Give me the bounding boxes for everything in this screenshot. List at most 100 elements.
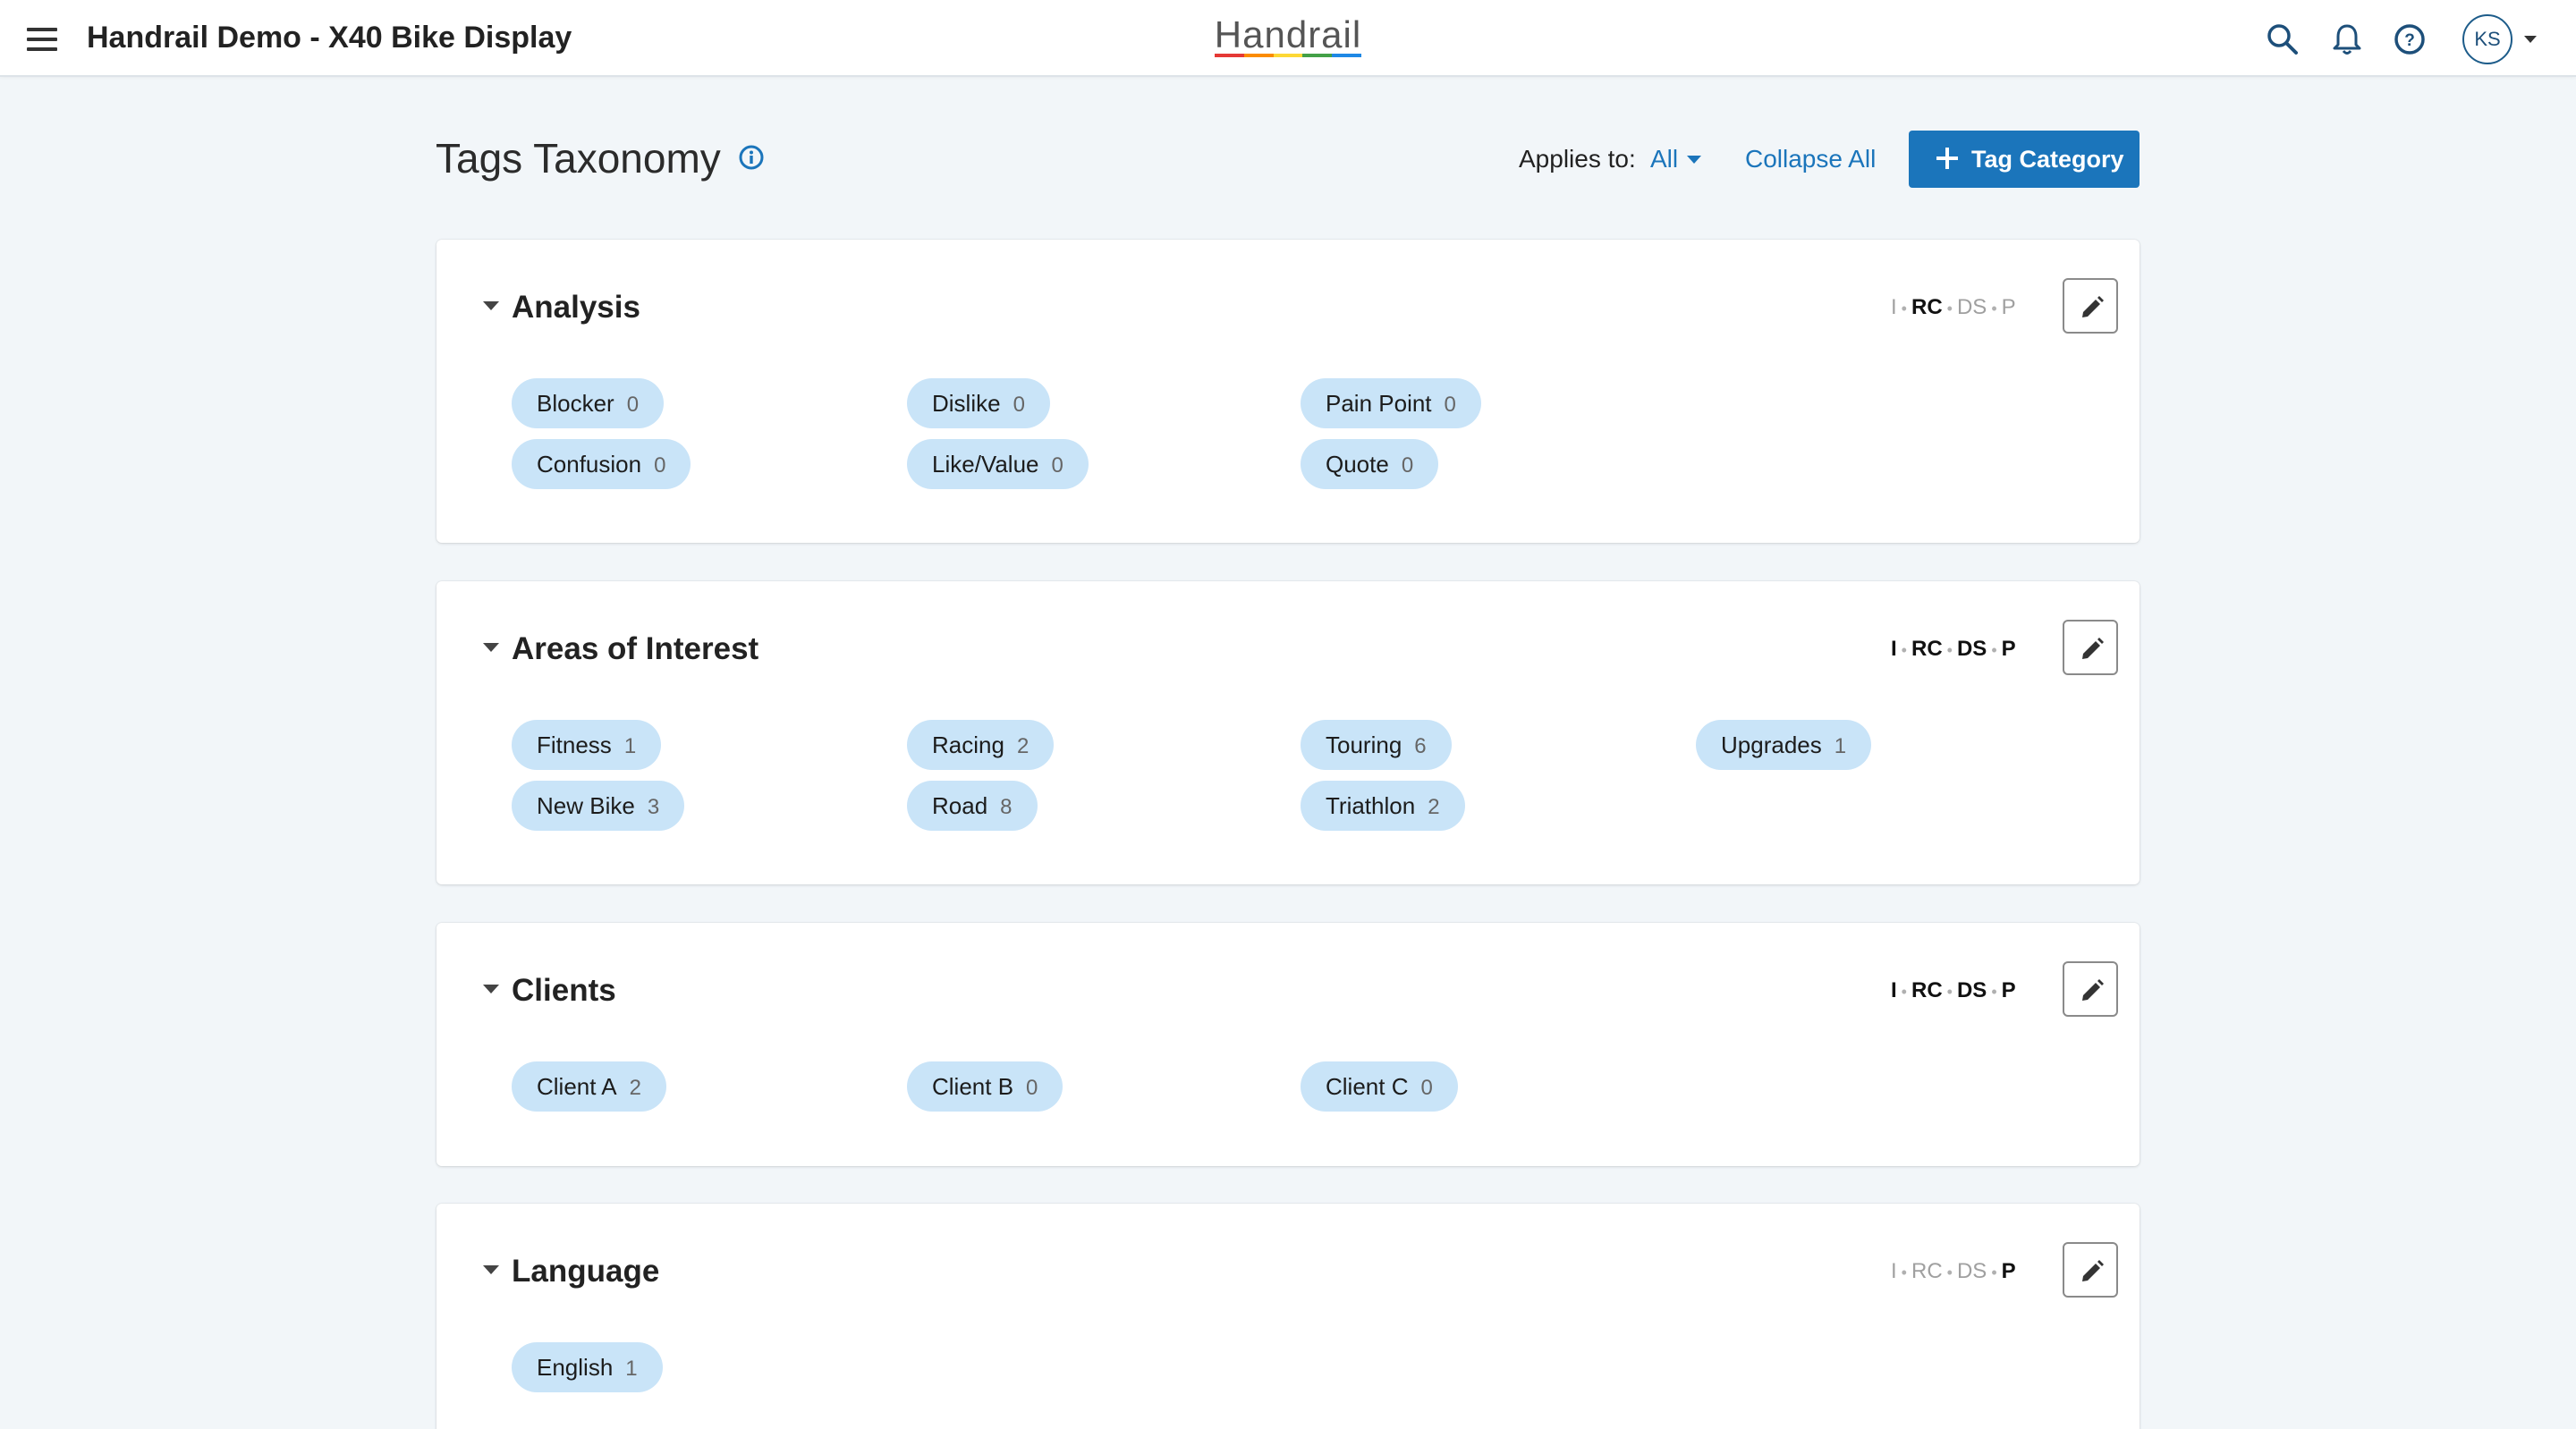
tag-label: Fitness bbox=[537, 731, 612, 758]
bell-icon[interactable] bbox=[2329, 21, 2365, 57]
collapse-caret-icon[interactable] bbox=[483, 643, 499, 652]
edit-category-button[interactable] bbox=[2063, 278, 2118, 334]
tag-count: 0 bbox=[1013, 393, 1025, 417]
tag-label: Road bbox=[932, 792, 988, 819]
tag-count: 0 bbox=[1401, 453, 1414, 478]
pencil-icon bbox=[2082, 296, 2104, 317]
pencil-icon bbox=[2082, 979, 2104, 1001]
scope-p: P bbox=[2001, 637, 2016, 661]
edit-category-button[interactable] bbox=[2063, 620, 2118, 675]
tag-chip[interactable]: Touring 6 bbox=[1301, 720, 1452, 770]
help-icon[interactable]: ? bbox=[2392, 21, 2428, 57]
tag-label: Dislike bbox=[932, 390, 1001, 417]
tag-label: Confusion bbox=[537, 451, 642, 478]
tag-chip[interactable]: Client B 0 bbox=[907, 1061, 1063, 1112]
applies-to-label: Applies to: bbox=[1519, 145, 1636, 173]
scope-ds: DS bbox=[1956, 978, 1987, 1002]
tag-chip[interactable]: Triathlon 2 bbox=[1301, 781, 1465, 831]
tag-chip[interactable]: Client C 0 bbox=[1301, 1061, 1458, 1112]
tag-chip[interactable]: Like/Value 0 bbox=[907, 439, 1089, 489]
tag-chip[interactable]: New Bike 3 bbox=[512, 781, 685, 831]
tag-count: 8 bbox=[1000, 795, 1013, 819]
scope-i: I bbox=[1891, 1259, 1897, 1283]
logo-text: Handrail bbox=[1214, 13, 1362, 55]
scope-rc: RC bbox=[1911, 637, 1943, 661]
tag-label: English bbox=[537, 1354, 614, 1381]
edit-category-button[interactable] bbox=[2063, 1242, 2118, 1298]
logo-stripe bbox=[1215, 54, 1361, 57]
tag-chip[interactable]: Fitness 1 bbox=[512, 720, 662, 770]
tag-count: 2 bbox=[629, 1076, 641, 1100]
scope-i: I bbox=[1891, 978, 1897, 1002]
scope-indicator: I • RC • DS • P bbox=[1891, 637, 2016, 661]
tag-chip[interactable]: Confusion 0 bbox=[512, 439, 691, 489]
scope-i: I bbox=[1891, 637, 1897, 661]
collapse-caret-icon[interactable] bbox=[483, 301, 499, 310]
tag-count: 1 bbox=[625, 1357, 638, 1381]
category-title: Language bbox=[512, 1254, 660, 1289]
svg-text:?: ? bbox=[2404, 31, 2415, 50]
tag-count: 2 bbox=[1428, 795, 1440, 819]
collapse-caret-icon[interactable] bbox=[483, 985, 499, 994]
category-card-areas-of-interest: Areas of Interest I • RC • DS • P Fitness 1 Rac… bbox=[436, 581, 2140, 884]
tag-label: Client C bbox=[1326, 1073, 1409, 1100]
scope-rc: RC bbox=[1911, 1259, 1943, 1283]
chevron-down-icon[interactable] bbox=[2524, 36, 2537, 43]
add-tag-category-button[interactable]: Tag Category bbox=[1909, 131, 2140, 188]
tag-chip[interactable]: Client A 2 bbox=[512, 1061, 666, 1112]
category-title: Analysis bbox=[512, 290, 640, 325]
scope-p: P bbox=[2001, 295, 2016, 319]
category-card-analysis: Analysis I • RC • DS • P Blocker 0 Dislike 0 Pai… bbox=[436, 240, 2140, 543]
scope-ds: DS bbox=[1956, 295, 1987, 319]
scope-p: P bbox=[2001, 978, 2016, 1002]
tag-chip[interactable]: Upgrades 1 bbox=[1696, 720, 1872, 770]
category-title: Clients bbox=[512, 973, 616, 1008]
search-icon[interactable] bbox=[2265, 21, 2301, 57]
tag-count: 0 bbox=[1420, 1076, 1433, 1100]
tag-label: Quote bbox=[1326, 451, 1389, 478]
app-title: Handrail Demo - X40 Bike Display bbox=[87, 21, 572, 55]
collapse-caret-icon[interactable] bbox=[483, 1265, 499, 1274]
tag-label: Like/Value bbox=[932, 451, 1039, 478]
tag-count: 0 bbox=[1444, 393, 1456, 417]
tag-chip[interactable]: Quote 0 bbox=[1301, 439, 1439, 489]
tag-count: 0 bbox=[1051, 453, 1063, 478]
info-icon[interactable] bbox=[738, 144, 765, 171]
tag-chip[interactable]: Dislike 0 bbox=[907, 378, 1050, 428]
tag-count: 0 bbox=[654, 453, 666, 478]
scope-indicator: I • RC • DS • P bbox=[1891, 978, 2016, 1002]
tag-label: Racing bbox=[932, 731, 1004, 758]
plus-icon bbox=[1936, 148, 1958, 169]
tag-label: New Bike bbox=[537, 792, 635, 819]
handrail-logo[interactable]: Handrail bbox=[1209, 16, 1367, 59]
category-title: Areas of Interest bbox=[512, 631, 759, 666]
page-title: Tags Taxonomy bbox=[436, 135, 721, 182]
scope-rc: RC bbox=[1911, 295, 1943, 319]
tag-count: 0 bbox=[626, 393, 640, 417]
tag-label: Upgrades bbox=[1721, 731, 1822, 758]
pencil-icon bbox=[2082, 638, 2104, 659]
chevron-down-icon[interactable] bbox=[1687, 156, 1701, 164]
category-card-language: Language I • RC • DS • P English 1 bbox=[436, 1204, 2140, 1429]
tag-label: Blocker bbox=[537, 390, 614, 417]
menu-icon[interactable] bbox=[25, 26, 61, 53]
tag-chip[interactable]: Racing 2 bbox=[907, 720, 1055, 770]
scope-indicator: I • RC • DS • P bbox=[1891, 1259, 2016, 1283]
tag-label: Client A bbox=[537, 1073, 617, 1100]
scope-ds: DS bbox=[1956, 637, 1987, 661]
edit-category-button[interactable] bbox=[2063, 961, 2118, 1017]
tag-chip[interactable]: English 1 bbox=[512, 1342, 663, 1392]
scope-i: I bbox=[1891, 295, 1897, 319]
collapse-all-link[interactable]: Collapse All bbox=[1745, 145, 1876, 173]
tag-chip[interactable]: Pain Point 0 bbox=[1301, 378, 1481, 428]
tag-chip[interactable]: Road 8 bbox=[907, 781, 1038, 831]
add-button-label: Tag Category bbox=[1971, 146, 2124, 173]
tag-count: 2 bbox=[1016, 734, 1030, 758]
tag-chip[interactable]: Blocker 0 bbox=[512, 378, 665, 428]
avatar[interactable]: KS bbox=[2462, 14, 2512, 64]
tag-label: Client B bbox=[932, 1073, 1014, 1100]
category-card-clients: Clients I • RC • DS • P Client A 2 Client B 0 Cl… bbox=[436, 923, 2140, 1166]
scope-rc: RC bbox=[1911, 978, 1943, 1002]
applies-to-dropdown[interactable]: All bbox=[1650, 145, 1678, 173]
tag-count: 1 bbox=[623, 734, 637, 758]
